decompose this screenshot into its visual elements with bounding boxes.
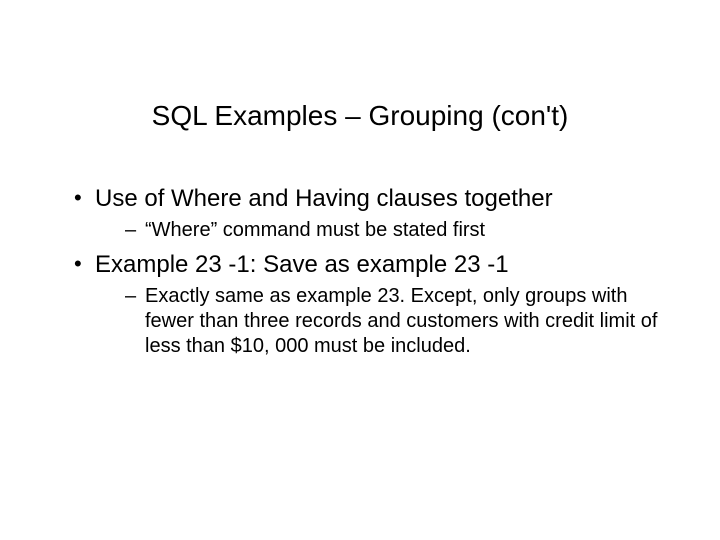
- bullet-list-level1: Use of Where and Having clauses together…: [70, 185, 670, 359]
- bullet-text: Use of Where and Having clauses together: [95, 185, 553, 212]
- bullet-item: Use of Where and Having clauses together…: [70, 185, 670, 243]
- slide-title: SQL Examples – Grouping (con't): [0, 100, 720, 132]
- sub-bullet-text: “Where” command must be stated first: [145, 219, 485, 241]
- bullet-list-level2: Exactly same as example 23. Except, only…: [95, 284, 670, 359]
- sub-bullet-text: Exactly same as example 23. Except, only…: [145, 285, 657, 357]
- bullet-text: Example 23 -1: Save as example 23 -1: [95, 251, 509, 278]
- slide: SQL Examples – Grouping (con't) Use of W…: [0, 0, 720, 540]
- bullet-list-level2: “Where” command must be stated first: [95, 218, 670, 243]
- sub-bullet-item: Exactly same as example 23. Except, only…: [95, 284, 670, 359]
- bullet-item: Example 23 -1: Save as example 23 -1 Exa…: [70, 251, 670, 359]
- slide-body: Use of Where and Having clauses together…: [70, 185, 670, 367]
- sub-bullet-item: “Where” command must be stated first: [95, 218, 670, 243]
